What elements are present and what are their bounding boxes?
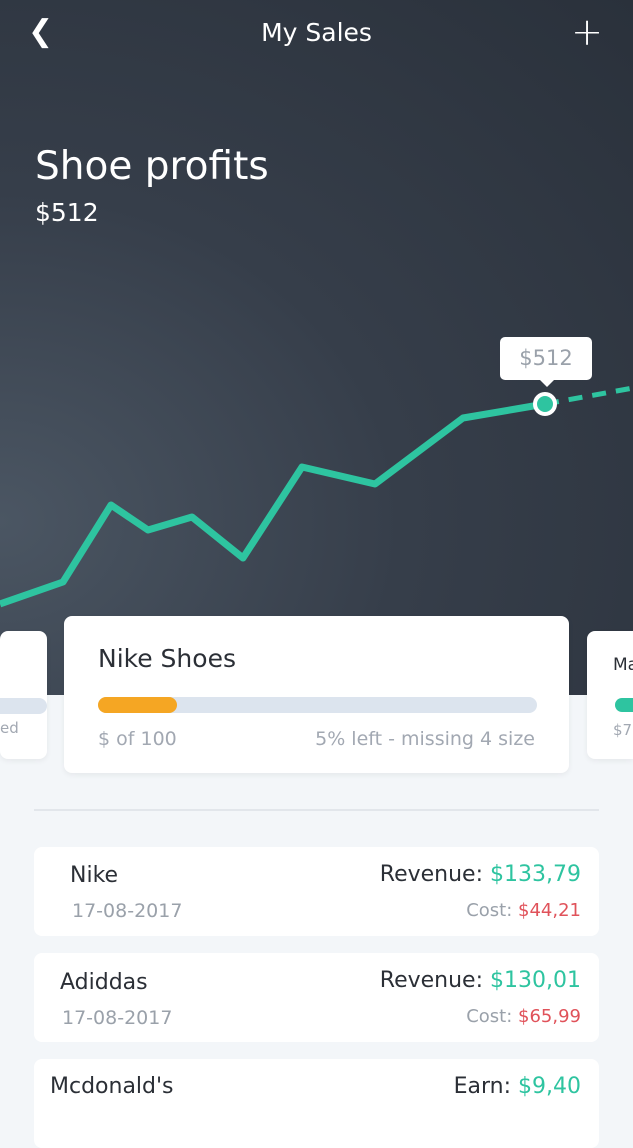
page-title: My Sales — [261, 18, 372, 47]
divider — [34, 809, 599, 811]
revenue: Earn: $9,40 — [453, 1074, 581, 1099]
progress-left-label: $ of 100 — [98, 728, 177, 750]
progress-bar — [0, 698, 47, 714]
transaction-row[interactable]: Nike 17-08-2017 Revenue: $133,79 Cost: $… — [34, 847, 599, 936]
chart-tooltip: $512 — [500, 337, 592, 387]
transaction-name: Adiddas — [60, 970, 148, 995]
revenue: Revenue: $133,79 — [379, 862, 581, 887]
progress-label: ed — [0, 719, 19, 737]
summary-value: $512 — [35, 198, 99, 227]
summary-title: Shoe profits — [35, 144, 269, 189]
nav-bar: ❮ My Sales + — [0, 0, 633, 70]
transaction-date: 17-08-2017 — [62, 1007, 173, 1029]
cost: Cost: $44,21 — [466, 900, 581, 921]
transaction-name: Nike — [70, 863, 119, 888]
transaction-name: Mcdonald's — [50, 1074, 174, 1099]
transaction-row[interactable]: Adiddas 17-08-2017 Revenue: $130,01 Cost… — [34, 953, 599, 1042]
product-name: Nike Shoes — [98, 644, 236, 673]
progress-fill — [98, 697, 178, 713]
revenue: Revenue: $130,01 — [379, 968, 581, 993]
current-point — [533, 392, 557, 416]
progress-bar — [615, 698, 633, 712]
transaction-date: 17-08-2017 — [72, 900, 183, 922]
product-card-prev[interactable]: ed — [0, 631, 47, 759]
projection-line — [544, 385, 633, 407]
progress-right-label: 5% left - missing 4 size — [315, 728, 535, 750]
product-card-nike-shoes[interactable]: Nike Shoes $ of 100 5% left - missing 4 … — [64, 616, 569, 773]
product-name: Ma — [613, 655, 633, 675]
progress-bar — [98, 697, 537, 713]
cost: Cost: $65,99 — [466, 1006, 581, 1027]
profit-line — [0, 400, 546, 608]
progress-label: $7 — [613, 721, 633, 739]
plus-icon[interactable]: + — [571, 10, 603, 54]
product-card-next[interactable]: Ma $7 — [587, 631, 633, 759]
hero-header: ❮ My Sales + Shoe profits $512 $512 — [0, 0, 633, 695]
transaction-row[interactable]: Mcdonald's Earn: $9,40 — [34, 1059, 599, 1148]
